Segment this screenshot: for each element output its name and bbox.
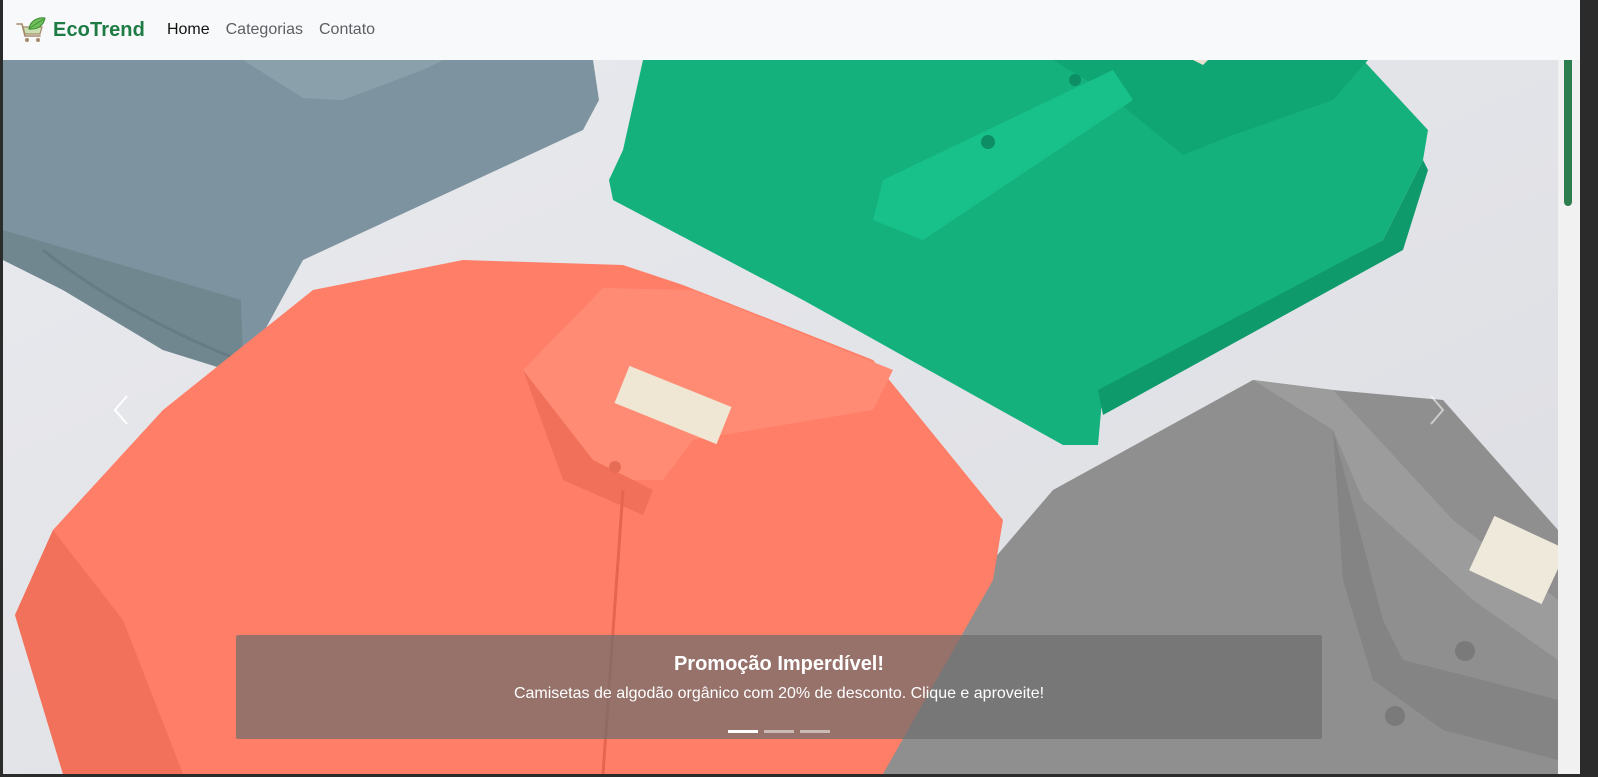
hero-carousel: Promoção Imperdível! Camisetas de algodã… — [3, 60, 1558, 774]
navbar: EcoTrend Home Categorias Contato — [3, 0, 1580, 60]
nav-link-home[interactable]: Home — [167, 21, 210, 39]
carousel-indicator-1[interactable] — [728, 730, 758, 733]
nav-link-categorias[interactable]: Categorias — [226, 21, 303, 39]
carousel-indicators — [236, 730, 1322, 733]
carousel-prev-button[interactable] — [91, 360, 151, 460]
brand-link[interactable]: EcoTrend — [15, 16, 145, 44]
nav-links: Home Categorias Contato — [167, 21, 391, 39]
carousel-next-button[interactable] — [1407, 360, 1467, 460]
caption-title: Promoção Imperdível! — [673, 653, 885, 675]
brand-name: EcoTrend — [53, 18, 145, 41]
vertical-scrollbar[interactable] — [1558, 0, 1580, 774]
browser-viewport: EcoTrend Home Categorias Contato Promoçã… — [3, 0, 1580, 774]
chevron-right-icon — [1430, 395, 1445, 425]
eco-cart-icon — [16, 17, 46, 42]
chevron-left-icon — [113, 395, 128, 425]
carousel-indicator-3[interactable] — [800, 730, 830, 733]
nav-link-contato[interactable]: Contato — [319, 21, 375, 39]
carousel-caption[interactable]: Promoção Imperdível! Camisetas de algodã… — [236, 635, 1322, 739]
caption-text: Camisetas de algodão orgânico com 20% de… — [513, 685, 1045, 702]
carousel-indicator-2[interactable] — [764, 730, 794, 733]
